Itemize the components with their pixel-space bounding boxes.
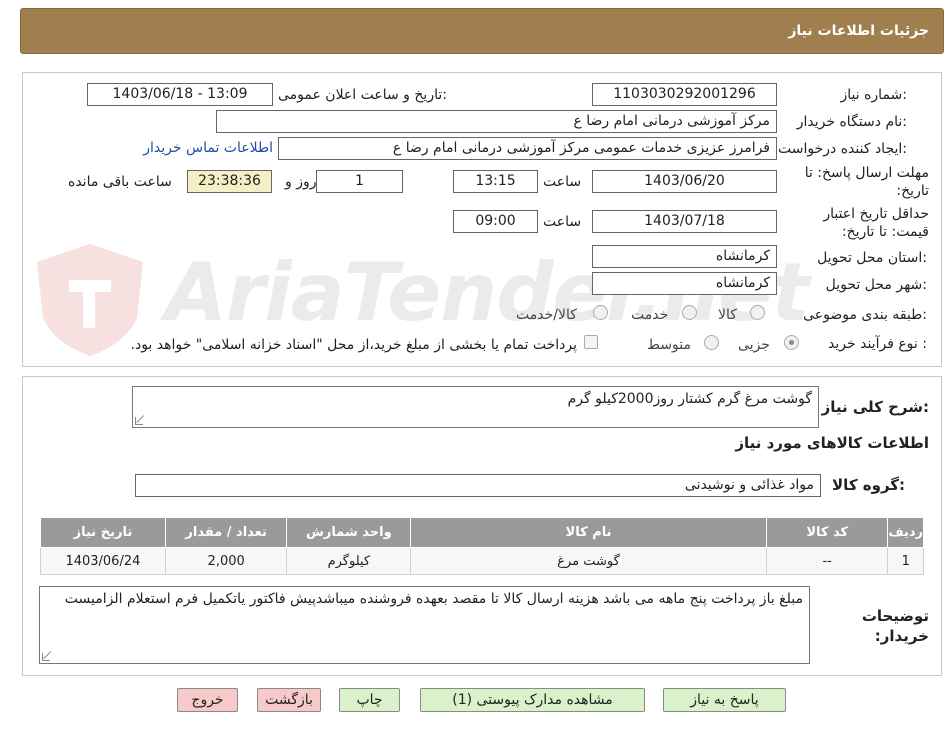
buyer-notes-textarea[interactable]: مبلغ باز پرداخت پنج ماهه می باشد هزینه ا… [39, 586, 810, 664]
resize-handle-icon[interactable] [42, 653, 50, 661]
city-field: کرمانشاه [592, 272, 777, 295]
requester-field: فرامرز عزیزی خدمات عمومی مرکز آموزشی درم… [278, 137, 777, 160]
col-need-date: تاریخ نیاز [40, 517, 166, 548]
process-medium-radio[interactable] [704, 335, 719, 350]
process-minor-radio[interactable] [784, 335, 799, 350]
reply-button[interactable]: پاسخ به نیاز [663, 688, 786, 712]
requester-label: ایجاد کننده درخواست: [778, 141, 907, 157]
process-medium-label: متوسط [647, 337, 691, 353]
days-label: روز و [285, 174, 317, 190]
category-service-radio[interactable] [682, 305, 697, 320]
buyer-contact-link[interactable]: اطلاعات تماس خریدار [143, 140, 273, 156]
goods-group-field: مواد غذائی و نوشیدنی [135, 474, 821, 497]
cell-item-name: گوشت مرغ [410, 547, 767, 575]
print-button[interactable]: چاپ [339, 688, 400, 712]
days-field: 1 [316, 170, 403, 193]
goods-table-header: ردیف کد کالا نام کالا واحد شمارش تعداد /… [40, 517, 924, 548]
announce-datetime-field: 1403/06/18 - 13:09 [87, 83, 273, 106]
cell-row: 1 [887, 547, 924, 575]
cell-item-code: -- [765, 547, 889, 575]
table-row: 1 -- گوشت مرغ کیلوگرم 2,000 1403/06/24 [40, 547, 924, 575]
col-item-name: نام کالا [410, 517, 767, 548]
treasury-payment-checkbox[interactable] [584, 335, 598, 349]
remaining-time-label: ساعت باقی مانده [68, 174, 172, 190]
summary-text: گوشت مرغ گرم کشتار روز2000کیلو گرم [567, 391, 812, 407]
resize-handle-icon[interactable] [135, 417, 143, 425]
col-item-code: کد کالا [765, 517, 889, 548]
price-validity-time-field: 09:00 [453, 210, 538, 233]
announce-datetime-label: تاریخ و ساعت اعلان عمومی: [278, 87, 447, 103]
need-number-field: 1103030292001296 [592, 83, 777, 106]
process-minor-label: جزیی [738, 337, 770, 353]
remaining-time-field: 23:38:36 [187, 170, 272, 193]
col-quantity: تعداد / مقدار [164, 517, 288, 548]
city-label: شهر محل تحویل: [825, 277, 927, 293]
summary-textarea[interactable]: گوشت مرغ گرم کشتار روز2000کیلو گرم [132, 386, 819, 428]
category-both-label: کالا/خدمت [516, 307, 577, 323]
goods-info-title: اطلاعات کالاهای مورد نیاز [735, 434, 929, 452]
cell-need-date: 1403/06/24 [40, 547, 166, 575]
category-goods-radio[interactable] [750, 305, 765, 320]
goods-table: ردیف کد کالا نام کالا واحد شمارش تعداد /… [40, 517, 924, 575]
price-validity-time-label: ساعت [543, 214, 582, 230]
category-service-label: خدمت [631, 307, 669, 323]
province-field: کرمانشاه [592, 245, 777, 268]
cell-quantity: 2,000 [164, 547, 288, 575]
process-type-label: نوع فرآیند خرید : [828, 336, 927, 352]
deadline-label: مهلت ارسال پاسخ: تا تاریخ: [804, 165, 929, 199]
treasury-payment-note: پرداخت تمام یا بخشی از مبلغ خرید،از محل … [130, 337, 577, 353]
category-goods-label: کالا [718, 307, 737, 323]
deadline-time-field: 13:15 [453, 170, 538, 193]
view-attachments-button[interactable]: مشاهده مدارک پیوستی (1) [420, 688, 645, 712]
goods-group-label: گروه کالا: [832, 476, 905, 494]
buyer-org-label: نام دستگاه خریدار: [796, 114, 907, 130]
page-title: جزئیات اطلاعات نیاز [788, 23, 929, 39]
exit-button[interactable]: خروج [177, 688, 238, 712]
category-both-radio[interactable] [593, 305, 608, 320]
price-validity-label: حداقل تاریخ اعتبار قیمت: تا تاریخ: [823, 206, 929, 240]
col-row: ردیف [887, 517, 924, 548]
buyer-notes-text: مبلغ باز پرداخت پنج ماهه می باشد هزینه ا… [64, 591, 803, 607]
cell-unit: کیلوگرم [286, 547, 412, 575]
category-label: طبقه بندی موضوعی: [803, 307, 927, 323]
back-button[interactable]: بازگشت [257, 688, 321, 712]
col-unit: واحد شمارش [286, 517, 412, 548]
summary-label: شرح کلی نیاز: [821, 398, 929, 416]
deadline-time-label: ساعت [543, 174, 582, 190]
page-header: جزئیات اطلاعات نیاز [20, 8, 944, 54]
deadline-date-field: 1403/06/20 [592, 170, 777, 193]
buyer-org-field: مرکز آموزشی درمانی امام رضا ع [216, 110, 777, 133]
buyer-notes-label: توضیحات خریدار: [861, 607, 929, 645]
province-label: استان محل تحویل: [817, 250, 927, 266]
price-validity-date-field: 1403/07/18 [592, 210, 777, 233]
need-number-label: شماره نیاز: [840, 87, 907, 103]
